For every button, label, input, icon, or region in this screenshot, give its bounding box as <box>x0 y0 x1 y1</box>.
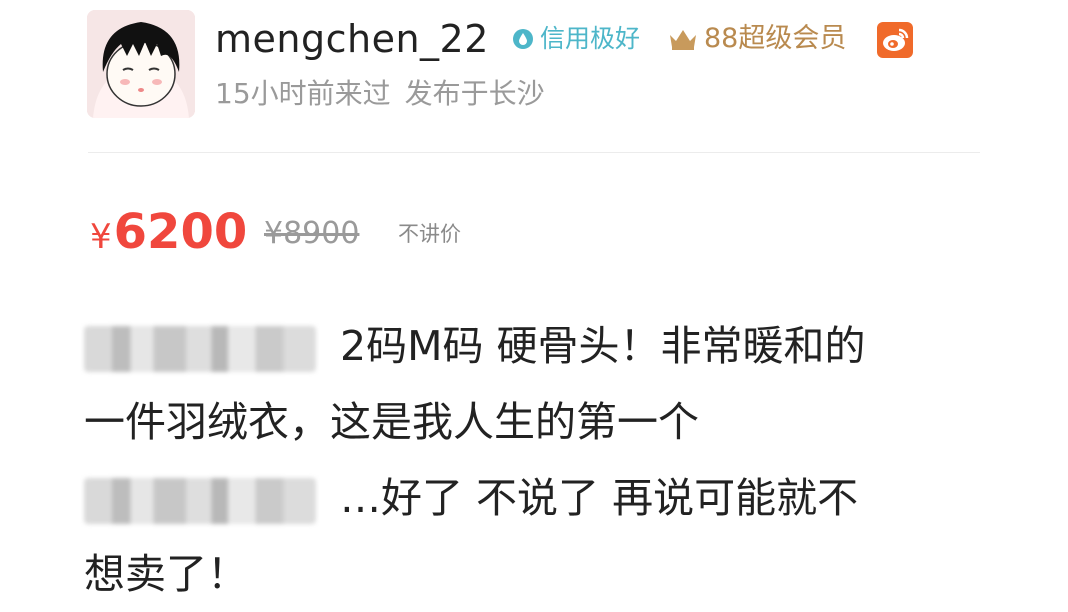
description-line: 一件羽绒衣，这是我人生的第一个 <box>84 384 984 460</box>
no-bargain-label: 不讲价 <box>398 222 461 246</box>
credit-badge-label: 信用极好 <box>540 24 641 53</box>
description-line: …好了 不说了 再说可能就不 <box>84 460 984 536</box>
description-text-4: 想卖了！ <box>84 550 248 598</box>
currency-symbol: ¥ <box>90 217 112 257</box>
credit-drop-icon <box>513 29 533 49</box>
listing-description: 2码M码 硬骨头！非常暖和的 一件羽绒衣，这是我人生的第一个 …好了 不说了 再… <box>84 308 984 612</box>
price-amount: 6200 <box>113 204 248 260</box>
redacted-text <box>84 326 316 372</box>
username[interactable]: mengchen_22 <box>215 14 489 64</box>
description-text-1: 2码M码 硬骨头！非常暖和的 <box>340 322 866 370</box>
avatar-image <box>87 10 195 118</box>
vip-badge[interactable]: 88超级会员 <box>668 21 846 57</box>
vip-badge-label: 88超级会员 <box>704 23 847 54</box>
divider <box>88 152 980 153</box>
crown-icon <box>670 30 696 50</box>
location: 发布于长沙 <box>404 77 545 110</box>
last-seen: 15小时前来过 <box>215 77 391 110</box>
description-text-2: 一件羽绒衣，这是我人生的第一个 <box>84 398 699 446</box>
description-text-3: …好了 不说了 再说可能就不 <box>340 474 859 522</box>
description-line: 2码M码 硬骨头！非常暖和的 <box>84 308 984 384</box>
price: ¥ 6200 <box>90 202 247 262</box>
original-price: ¥8900 <box>264 216 360 251</box>
credit-badge[interactable]: 信用极好 <box>512 22 640 56</box>
weibo-button[interactable] <box>877 22 913 58</box>
redacted-text <box>84 478 316 524</box>
avatar[interactable] <box>87 10 195 118</box>
description-line: 想卖了！ <box>84 536 984 612</box>
profile-meta: 15小时前来过 发布于长沙 <box>215 74 545 114</box>
weibo-icon <box>883 28 909 51</box>
